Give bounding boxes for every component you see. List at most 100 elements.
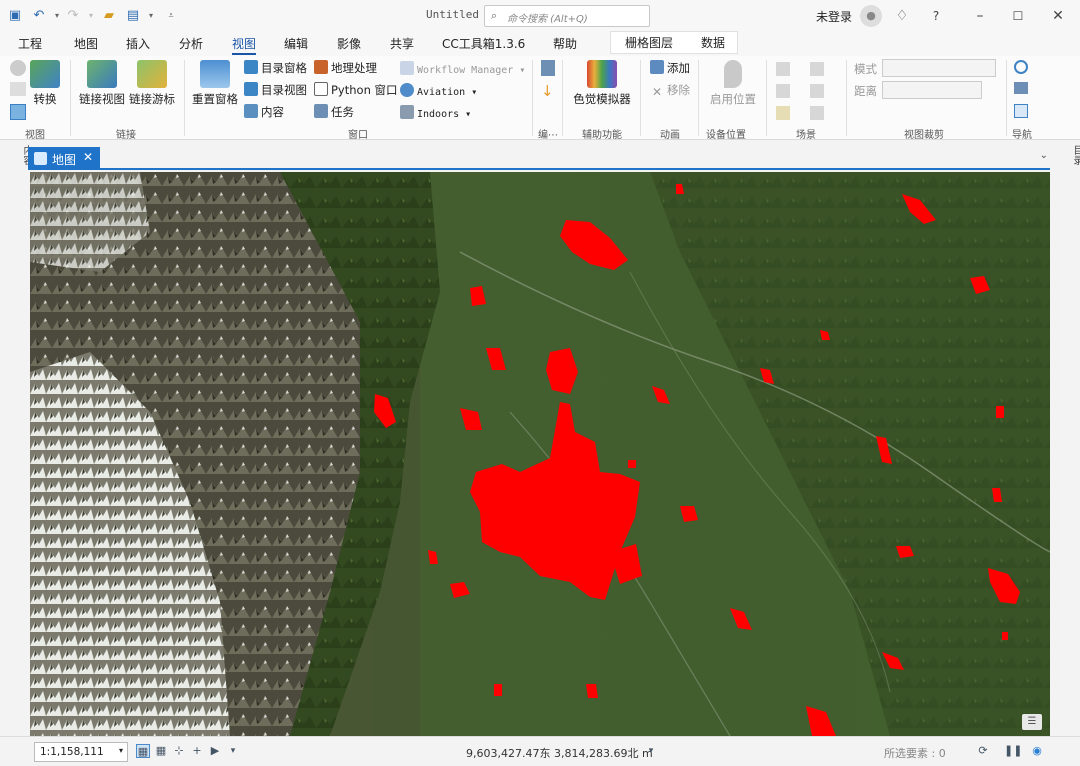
refresh-icon[interactable]: ⟳ [976, 744, 990, 758]
scene-view-icon[interactable] [10, 82, 26, 96]
contextual-tab-group: 栅格图层 数据 [610, 31, 738, 54]
user-avatar-icon[interactable]: ● [860, 5, 882, 27]
geoprocessing-button[interactable]: 地理处理 [314, 60, 377, 76]
zoom-extent-icon[interactable] [1014, 104, 1028, 118]
catalog-side-panel[interactable]: 目录 [1058, 145, 1080, 165]
search-placeholder: 命令搜索 (Alt+Q) [507, 14, 588, 25]
indoors-button[interactable]: Indoors ▾ [400, 105, 471, 120]
link-cursor-button[interactable]: 链接游标 [128, 60, 176, 107]
pause-drawing-icon[interactable]: ❚❚ [1004, 744, 1022, 758]
workflow-manager-button[interactable]: Workflow Manager ▾ [400, 61, 525, 76]
catalog-pane-icon [244, 60, 258, 74]
window-title: Untitled [426, 8, 479, 21]
sign-in-status[interactable]: 未登录 [816, 8, 852, 25]
distance-input[interactable] [882, 81, 982, 99]
mode-label: 模式 [854, 62, 877, 76]
tab-project[interactable]: 工程 [18, 35, 42, 52]
notification-bell-icon[interactable]: ♢ [890, 4, 914, 28]
save-project-icon[interactable]: ▤ [124, 7, 142, 25]
tab-insert[interactable]: 插入 [126, 35, 150, 52]
contents-icon [244, 104, 258, 118]
group-label-navigation: 导航 [1012, 130, 1032, 141]
table-view-icon[interactable]: ▦ [154, 744, 168, 758]
map-view-tab[interactable]: 地图 ✕ [28, 147, 100, 170]
scene-tool-3-icon[interactable] [776, 106, 790, 120]
reset-panes-button[interactable]: 重置窗格 [192, 60, 238, 107]
tasks-button[interactable]: 任务 [314, 104, 354, 120]
tab-raster-layer[interactable]: 栅格图层 [625, 34, 673, 51]
tab-overflow-chevron-icon[interactable]: ⌄ [1040, 150, 1048, 161]
workflow-icon [400, 61, 414, 75]
separator [184, 60, 185, 136]
convert-icon [30, 60, 60, 88]
maximize-button[interactable]: ☐ [1006, 4, 1030, 28]
remove-animation-button[interactable]: ✕ 移除 [650, 82, 690, 99]
scene-tool-5-icon[interactable] [810, 84, 824, 98]
crosshair-icon[interactable]: + [190, 744, 204, 758]
catalog-pane-button[interactable]: 目录窗格 [244, 60, 307, 76]
remove-animation-label: 移除 [667, 83, 690, 97]
redo-icon[interactable]: ↷ [64, 7, 82, 25]
scene-tool-6-icon[interactable] [810, 106, 824, 120]
group-label-animation: 动画 [660, 130, 680, 141]
scene-tool-4-icon[interactable] [810, 62, 824, 76]
python-icon [314, 82, 328, 96]
group-label-view-clip: 视图裁剪 [904, 130, 944, 141]
redo-dropdown-icon[interactable]: ▾ [82, 7, 100, 25]
tab-view[interactable]: 视图 [232, 35, 257, 55]
tab-help[interactable]: 帮助 [553, 35, 577, 52]
scene-tool-1-icon[interactable] [776, 62, 790, 76]
clip-layers-icon[interactable] [541, 60, 555, 76]
link-views-button[interactable]: 链接视图 [78, 60, 126, 107]
tab-cc-toolbox[interactable]: CC工具箱1.3.6 [442, 35, 525, 52]
separator [532, 60, 533, 136]
tab-share[interactable]: 共享 [390, 35, 414, 52]
camera-icon[interactable] [1014, 82, 1028, 94]
contents-button[interactable]: 内容 [244, 104, 284, 120]
minimize-button[interactable]: – [968, 4, 992, 28]
save-dropdown-icon[interactable]: ▾ [142, 7, 160, 25]
enable-location-button[interactable]: 启用位置 [708, 60, 758, 107]
scene-tool-2-icon[interactable] [776, 84, 790, 98]
tab-data[interactable]: 数据 [701, 34, 725, 51]
close-window-button[interactable]: ✕ [1046, 4, 1070, 28]
map-scale-dropdown[interactable]: 1:1,158,111 ▾ [34, 742, 128, 762]
arrow-down-icon[interactable]: ↓ [541, 82, 554, 100]
tab-analysis[interactable]: 分析 [179, 35, 203, 52]
map-view-icon[interactable] [10, 104, 26, 120]
view-tab-strip: 地图 ✕ ⌄ [28, 147, 1050, 170]
color-vision-simulator-button[interactable]: 色觉模拟器 [572, 60, 632, 107]
popup-window-icon[interactable]: ☰ [1022, 714, 1042, 730]
grid-tool-icon[interactable]: ▦ [136, 744, 150, 758]
catalog-pane-label: 目录窗格 [261, 61, 307, 75]
add-animation-icon [650, 60, 664, 74]
tab-edit[interactable]: 编辑 [284, 35, 308, 52]
map-canvas[interactable]: ☰ [30, 172, 1050, 736]
aviation-button[interactable]: Aviation ▾ [400, 83, 477, 98]
tab-map[interactable]: 地图 [74, 35, 98, 52]
catalog-view-button[interactable]: 目录视图 [244, 82, 307, 98]
link-cursor-icon [137, 60, 167, 88]
chevron-down-icon[interactable]: ▾ [226, 744, 240, 758]
command-search-input[interactable]: ⌕ 命令搜索 (Alt+Q) [484, 5, 650, 27]
playback-icon[interactable]: ▶ [208, 744, 222, 758]
separator [698, 60, 699, 136]
tasks-icon [314, 104, 328, 118]
snap-icon[interactable]: ⊹ [172, 744, 186, 758]
group-label-scene: 场景 [796, 130, 816, 141]
customize-toolbar-icon[interactable]: ⩡ [162, 7, 180, 25]
separator [846, 60, 847, 136]
rotate-icon[interactable] [1014, 60, 1028, 74]
help-icon[interactable]: ? [924, 4, 948, 28]
group-label-link: 链接 [116, 130, 136, 141]
close-tab-icon[interactable]: ✕ [83, 150, 93, 164]
open-project-icon[interactable]: ▰ [100, 7, 118, 25]
mode-dropdown[interactable] [882, 59, 996, 77]
add-animation-button[interactable]: 添加 [650, 60, 690, 76]
tab-imagery[interactable]: 影像 [337, 35, 361, 52]
python-window-button[interactable]: Python 窗口 [314, 82, 398, 98]
coordinate-format-chevron-icon[interactable]: ▾ [644, 744, 658, 758]
convert-button[interactable]: 转换 [30, 60, 60, 107]
globe-view-icon[interactable] [10, 60, 26, 76]
undo-icon[interactable]: ↶ [30, 7, 48, 25]
